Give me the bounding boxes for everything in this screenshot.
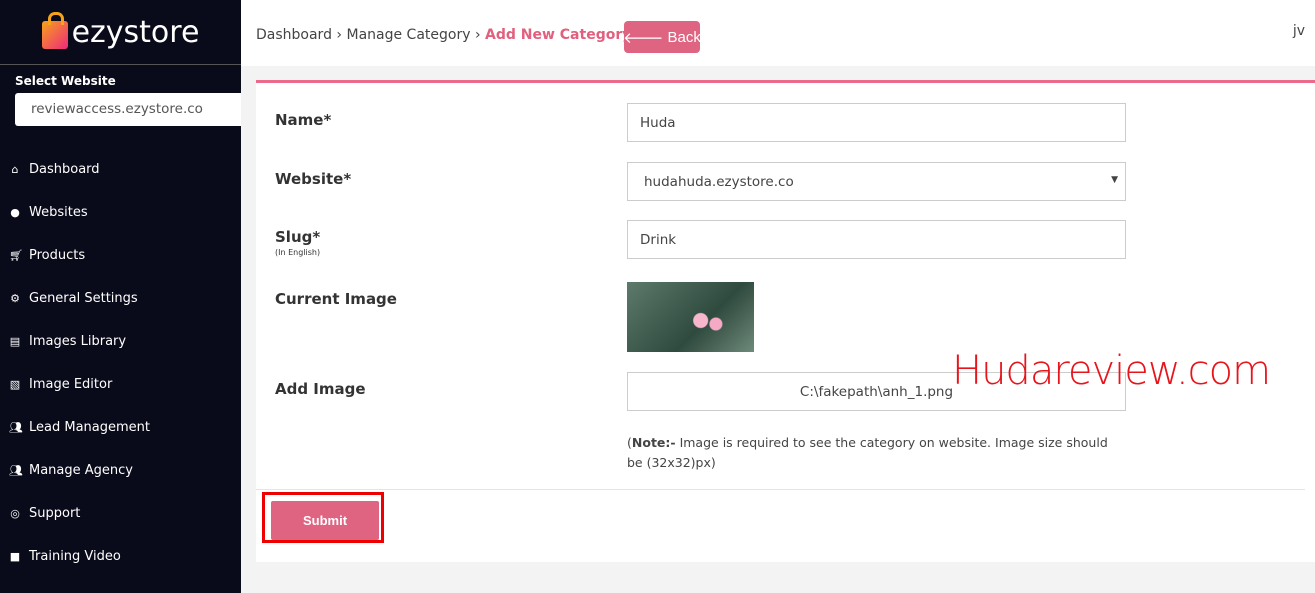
crumb-separator: ›	[336, 27, 343, 43]
sidebar-item-manage-agency[interactable]: 👥︎ Manage Agency	[0, 449, 241, 492]
sidebar: ezystore Select Website reviewaccess.ezy…	[0, 0, 241, 593]
arrow-left-icon: 🡐	[623, 29, 668, 47]
sidebar-item-general-settings[interactable]: ⚙ General Settings	[0, 277, 241, 320]
back-label: Back	[667, 28, 701, 46]
current-image-label: Current Image	[275, 290, 397, 308]
sidebar-item-dashboard[interactable]: ⌂ Dashboard	[0, 148, 241, 191]
breadcrumb: Dashboard › Manage Category › Add New Ca…	[256, 27, 631, 43]
select-website-input[interactable]: reviewaccess.ezystore.co	[15, 93, 241, 126]
add-image-label: Add Image	[275, 380, 366, 398]
submit-button[interactable]: Submit	[271, 501, 379, 540]
sidebar-item-label: Dashboard	[29, 162, 100, 177]
header: Dashboard › Manage Category › Add New Ca…	[241, 0, 1315, 66]
name-label: Name*	[275, 111, 332, 129]
sidebar-item-support[interactable]: ◎ Support	[0, 492, 241, 535]
gears-icon: ⚙	[10, 292, 20, 305]
crumb-current: Add New Category	[485, 27, 632, 43]
crumb-dashboard[interactable]: Dashboard	[256, 27, 332, 43]
sidebar-item-image-editor[interactable]: ▧ Image Editor	[0, 363, 241, 406]
shopping-bag-icon	[41, 12, 68, 49]
select-website-label: Select Website	[15, 74, 116, 88]
sidebar-item-label: General Settings	[29, 291, 138, 306]
crumb-manage-category[interactable]: Manage Category	[346, 27, 470, 43]
video-icon: ■	[9, 550, 21, 563]
globe-icon: ●	[10, 206, 20, 219]
slug-label-text: Slug*	[275, 228, 321, 246]
sidebar-item-label: Products	[29, 248, 86, 263]
website-select[interactable]: hudahuda.ezystore.co ▼	[627, 162, 1126, 201]
sidebar-item-label: Image Editor	[29, 377, 113, 392]
website-value: hudahuda.ezystore.co	[644, 174, 794, 190]
note-text: Image is required to see the category on…	[627, 435, 1108, 470]
sidebar-item-label: Support	[29, 506, 81, 521]
slug-label: Slug* (In English)	[275, 228, 320, 257]
sidebar-item-label: Lead Management	[29, 420, 150, 435]
website-label: Website*	[275, 170, 352, 188]
watermark: Hudareview.com	[952, 348, 1271, 394]
file-image-icon: ▤	[9, 335, 21, 348]
sidebar-item-label: Manage Agency	[29, 463, 133, 478]
highlight-box: Submit	[262, 492, 384, 543]
image-icon: ▧	[9, 378, 21, 391]
sidebar-item-label: Training Video	[29, 549, 121, 564]
sidebar-item-images-library[interactable]: ▤ Images Library	[0, 320, 241, 363]
sidebar-item-products[interactable]: 🛒︎ Products	[0, 234, 241, 277]
divider	[256, 489, 1305, 490]
sidebar-item-websites[interactable]: ● Websites	[0, 191, 241, 234]
users-icon: 👥︎	[9, 464, 23, 477]
image-note: (Note:- Image is required to see the cat…	[627, 435, 1108, 470]
home-icon: ⌂	[11, 163, 19, 176]
sidebar-item-training-video[interactable]: ■ Training Video	[0, 535, 241, 578]
name-input[interactable]: Huda	[627, 103, 1126, 142]
form-card: Name* Huda Website* hudahuda.ezystore.co…	[256, 80, 1315, 562]
slug-sublabel: (In English)	[275, 248, 321, 257]
lifebuoy-icon: ◎	[10, 507, 20, 520]
caret-down-icon: ▼	[1111, 175, 1118, 185]
cart-icon: 🛒︎	[9, 249, 23, 262]
sidebar-item-label: Websites	[29, 205, 88, 220]
sidebar-item-label: Images Library	[29, 334, 127, 349]
slug-input[interactable]: Drink	[627, 220, 1126, 259]
brand-name: ezystore	[71, 14, 200, 50]
current-image-thumbnail	[627, 282, 754, 352]
users-icon: 👥︎	[9, 421, 23, 434]
back-button[interactable]: 🡐 Back	[623, 21, 701, 53]
user-menu[interactable]: jv	[1293, 23, 1305, 39]
sidebar-item-lead-management[interactable]: 👥︎ Lead Management	[0, 406, 241, 449]
note-bold: Note:-	[631, 435, 676, 450]
crumb-separator: ›	[474, 27, 481, 43]
logo[interactable]: ezystore	[0, 0, 241, 65]
